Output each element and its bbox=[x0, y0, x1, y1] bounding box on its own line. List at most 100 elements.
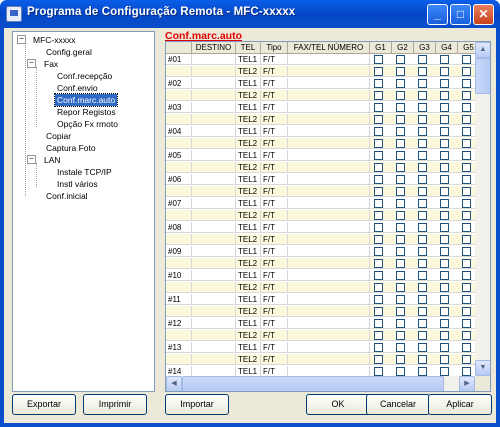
type-cell[interactable]: F/T bbox=[261, 234, 288, 245]
column-header[interactable]: G4 bbox=[436, 42, 458, 54]
ok-button[interactable]: OK bbox=[306, 394, 370, 415]
fax-tel-number-cell[interactable] bbox=[288, 78, 370, 89]
speed-dial-table[interactable]: DESTINO TEL Tipo FAX/TEL NÚMERO G1 G2 G3… bbox=[165, 41, 491, 392]
arrow-left-icon[interactable]: ◀ bbox=[166, 376, 182, 391]
group-5-checkbox[interactable] bbox=[462, 139, 471, 148]
destination-cell[interactable] bbox=[192, 222, 236, 233]
group-1-checkbox[interactable] bbox=[374, 127, 383, 136]
table-row[interactable]: #10 TEL1 F/T bbox=[166, 270, 475, 281]
title-bar[interactable]: Programa de Configuração Remota - MFC-xx… bbox=[0, 0, 500, 28]
group-4-checkbox[interactable] bbox=[440, 163, 449, 172]
vertical-scrollbar[interactable]: ▲ ▼ bbox=[475, 42, 490, 376]
group-5-checkbox[interactable] bbox=[462, 235, 471, 244]
destination-cell[interactable] bbox=[192, 102, 236, 113]
table-row[interactable]: #01 TEL1 F/T bbox=[166, 54, 475, 65]
horizontal-scroll-thumb[interactable] bbox=[182, 376, 444, 391]
group-5-checkbox[interactable] bbox=[462, 67, 471, 76]
table-row[interactable]: #03 TEL1 F/T bbox=[166, 102, 475, 113]
group-3-checkbox[interactable] bbox=[418, 103, 427, 112]
table-row[interactable]: TEL2 F/T bbox=[166, 258, 475, 269]
group-5-checkbox[interactable] bbox=[462, 103, 471, 112]
group-3-checkbox[interactable] bbox=[418, 307, 427, 316]
type-cell[interactable]: F/T bbox=[261, 270, 288, 281]
group-2-checkbox[interactable] bbox=[396, 55, 405, 64]
type-cell[interactable]: F/T bbox=[261, 90, 288, 101]
group-5-checkbox[interactable] bbox=[462, 211, 471, 220]
type-cell[interactable]: F/T bbox=[261, 138, 288, 149]
group-2-checkbox[interactable] bbox=[396, 127, 405, 136]
group-3-checkbox[interactable] bbox=[418, 223, 427, 232]
fax-tel-number-cell[interactable] bbox=[288, 294, 370, 305]
fax-tel-number-cell[interactable] bbox=[288, 258, 370, 269]
fax-tel-number-cell[interactable] bbox=[288, 246, 370, 257]
group-1-checkbox[interactable] bbox=[374, 331, 383, 340]
group-3-checkbox[interactable] bbox=[418, 175, 427, 184]
type-cell[interactable]: F/T bbox=[261, 342, 288, 353]
group-2-checkbox[interactable] bbox=[396, 307, 405, 316]
type-cell[interactable]: F/T bbox=[261, 114, 288, 125]
group-5-checkbox[interactable] bbox=[462, 151, 471, 160]
type-cell[interactable]: F/T bbox=[261, 258, 288, 269]
group-3-checkbox[interactable] bbox=[418, 115, 427, 124]
group-1-checkbox[interactable] bbox=[374, 103, 383, 112]
destination-cell[interactable] bbox=[192, 366, 236, 376]
destination-cell[interactable] bbox=[192, 78, 236, 89]
group-5-checkbox[interactable] bbox=[462, 115, 471, 124]
type-cell[interactable]: F/T bbox=[261, 198, 288, 209]
group-4-checkbox[interactable] bbox=[440, 271, 449, 280]
group-4-checkbox[interactable] bbox=[440, 223, 449, 232]
fax-tel-number-cell[interactable] bbox=[288, 150, 370, 161]
table-row[interactable]: TEL2 F/T bbox=[166, 90, 475, 101]
group-3-checkbox[interactable] bbox=[418, 67, 427, 76]
group-5-checkbox[interactable] bbox=[462, 343, 471, 352]
type-cell[interactable]: F/T bbox=[261, 366, 288, 376]
fax-tel-number-cell[interactable] bbox=[288, 126, 370, 137]
group-5-checkbox[interactable] bbox=[462, 271, 471, 280]
type-cell[interactable]: F/T bbox=[261, 330, 288, 341]
group-1-checkbox[interactable] bbox=[374, 235, 383, 244]
column-header[interactable]: DESTINO bbox=[192, 42, 236, 54]
column-header[interactable]: G5 bbox=[458, 42, 475, 54]
settings-tree[interactable]: − MFC-xxxxx Config.geral − Fax Conf.rece… bbox=[12, 31, 155, 392]
minus-toggle-icon[interactable]: − bbox=[27, 59, 36, 68]
group-2-checkbox[interactable] bbox=[396, 283, 405, 292]
group-2-checkbox[interactable] bbox=[396, 271, 405, 280]
fax-tel-number-cell[interactable] bbox=[288, 366, 370, 376]
cancel-button[interactable]: Cancelar bbox=[366, 394, 430, 415]
group-4-checkbox[interactable] bbox=[440, 283, 449, 292]
destination-cell[interactable] bbox=[192, 318, 236, 329]
fax-tel-number-cell[interactable] bbox=[288, 330, 370, 341]
group-5-checkbox[interactable] bbox=[462, 187, 471, 196]
group-4-checkbox[interactable] bbox=[440, 139, 449, 148]
group-2-checkbox[interactable] bbox=[396, 139, 405, 148]
group-3-checkbox[interactable] bbox=[418, 319, 427, 328]
group-2-checkbox[interactable] bbox=[396, 211, 405, 220]
destination-cell[interactable] bbox=[192, 270, 236, 281]
group-1-checkbox[interactable] bbox=[374, 139, 383, 148]
column-header[interactable]: G1 bbox=[370, 42, 392, 54]
destination-cell[interactable] bbox=[192, 186, 236, 197]
table-row[interactable]: #08 TEL1 F/T bbox=[166, 222, 475, 233]
table-row[interactable]: TEL2 F/T bbox=[166, 210, 475, 221]
group-3-checkbox[interactable] bbox=[418, 199, 427, 208]
type-cell[interactable]: F/T bbox=[261, 306, 288, 317]
group-5-checkbox[interactable] bbox=[462, 79, 471, 88]
table-row[interactable]: #09 TEL1 F/T bbox=[166, 246, 475, 257]
group-5-checkbox[interactable] bbox=[462, 247, 471, 256]
group-2-checkbox[interactable] bbox=[396, 247, 405, 256]
group-5-checkbox[interactable] bbox=[462, 295, 471, 304]
destination-cell[interactable] bbox=[192, 90, 236, 101]
group-4-checkbox[interactable] bbox=[440, 103, 449, 112]
group-4-checkbox[interactable] bbox=[440, 343, 449, 352]
destination-cell[interactable] bbox=[192, 174, 236, 185]
type-cell[interactable]: F/T bbox=[261, 78, 288, 89]
fax-tel-number-cell[interactable] bbox=[288, 138, 370, 149]
group-1-checkbox[interactable] bbox=[374, 115, 383, 124]
group-1-checkbox[interactable] bbox=[374, 247, 383, 256]
table-row[interactable]: TEL2 F/T bbox=[166, 282, 475, 293]
destination-cell[interactable] bbox=[192, 342, 236, 353]
type-cell[interactable]: F/T bbox=[261, 246, 288, 257]
group-3-checkbox[interactable] bbox=[418, 235, 427, 244]
fax-tel-number-cell[interactable] bbox=[288, 54, 370, 65]
group-3-checkbox[interactable] bbox=[418, 355, 427, 364]
